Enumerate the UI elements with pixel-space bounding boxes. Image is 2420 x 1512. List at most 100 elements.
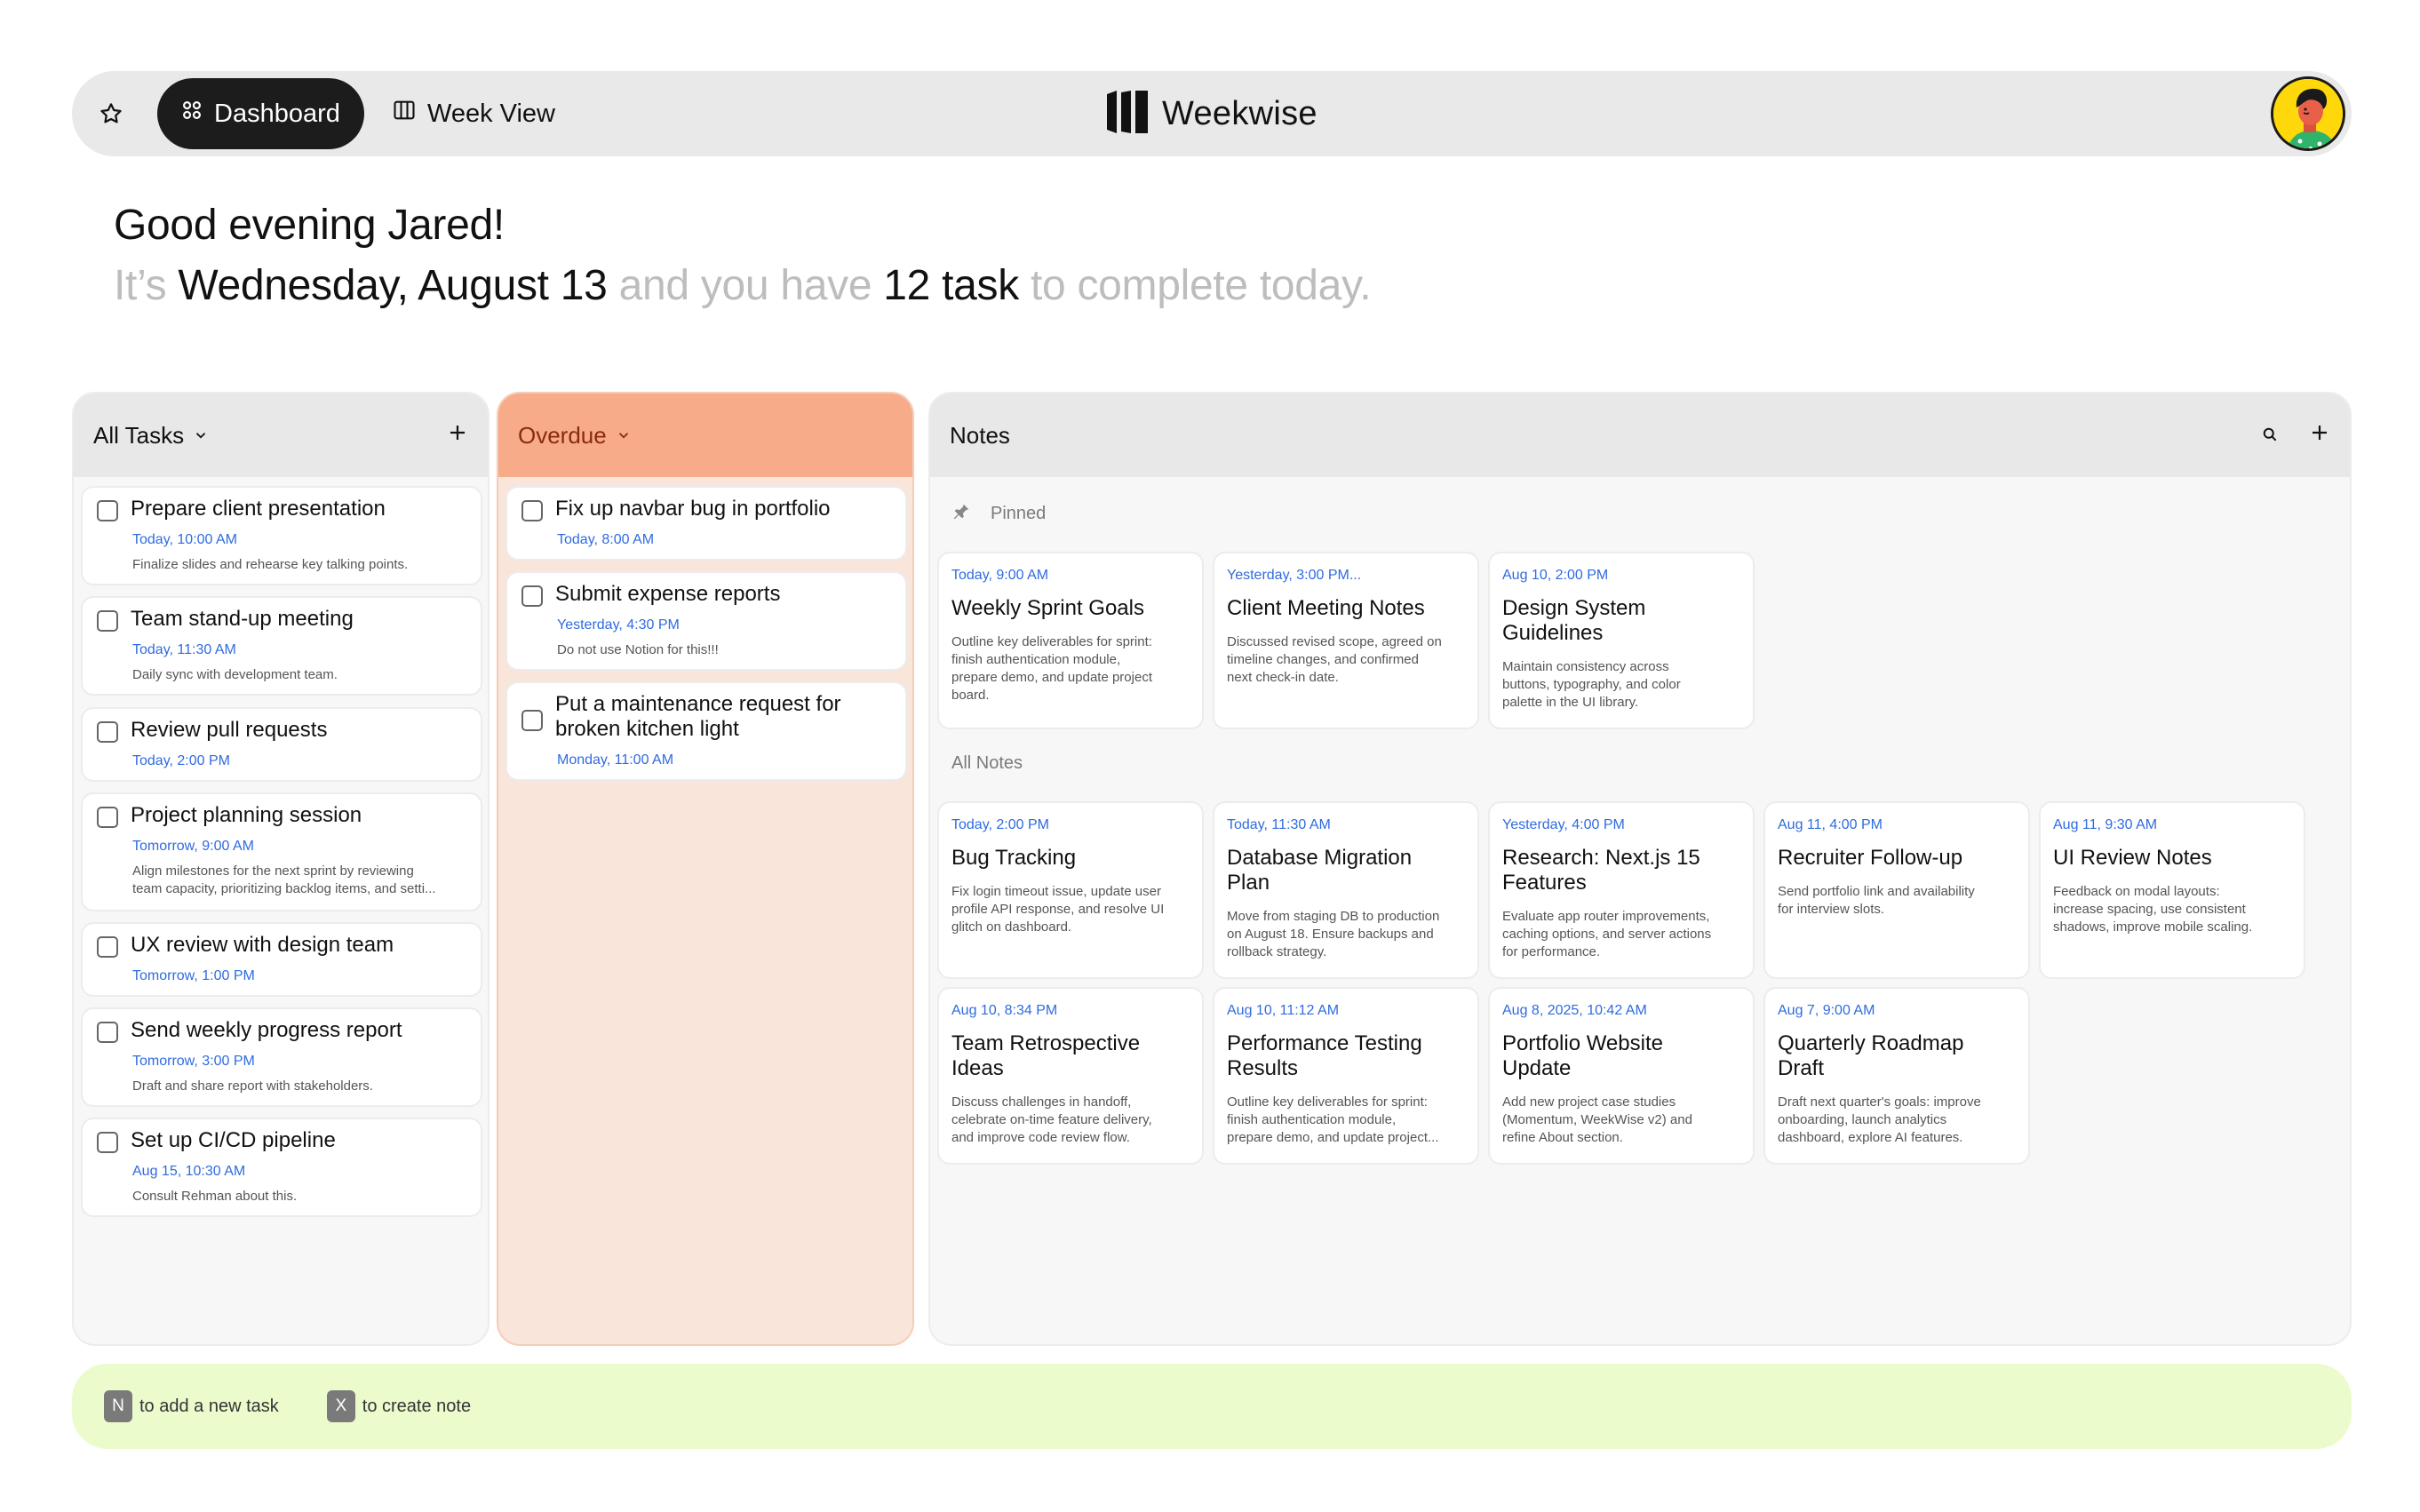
task-time: Monday, 11:00 AM: [557, 752, 674, 768]
greeting-title: Good evening Jared!: [114, 202, 505, 249]
today-date: Wednesday, August 13: [178, 262, 608, 309]
add-task-icon[interactable]: [447, 422, 468, 450]
note-card[interactable]: Yesterday, 4:00 PM Research: Next.js 15 …: [1488, 801, 1755, 979]
chevron-down-icon[interactable]: [616, 422, 632, 450]
note-desc-line: increase spacing, use consistent: [2053, 902, 2246, 917]
note-card[interactable]: Today, 2:00 PM Bug Tracking Fix login ti…: [937, 801, 1204, 979]
task-card[interactable]: Put a maintenance request for broken kit…: [505, 681, 907, 781]
task-checkbox[interactable]: [97, 721, 118, 743]
note-title: Portfolio Website: [1502, 1031, 1663, 1055]
task-title: Set up CI/CD pipeline: [131, 1128, 336, 1152]
note-desc-line: Outline key deliverables for sprint:: [951, 634, 1152, 649]
task-title: Send weekly progress report: [131, 1018, 402, 1042]
task-time: Tomorrow, 1:00 PM: [132, 968, 255, 983]
note-title: Research: Next.js 15: [1502, 846, 1700, 870]
task-description: Draft and share report with stakeholders…: [132, 1078, 373, 1094]
overdue-title[interactable]: Overdue: [518, 422, 607, 450]
notes-panel: Notes Pinned Today, 9:00 AM Weekly Sprin…: [928, 392, 2352, 1346]
note-desc-line: next check-in date.: [1227, 670, 1339, 685]
task-card[interactable]: Fix up navbar bug in portfolio Today, 8:…: [505, 486, 907, 561]
task-checkbox[interactable]: [97, 1022, 118, 1043]
note-desc-line: Add new project case studies: [1502, 1094, 1676, 1110]
task-checkbox[interactable]: [521, 500, 543, 521]
task-time: Today, 11:30 AM: [132, 642, 236, 657]
shortcut-hint-new-note: X to create note: [326, 1390, 471, 1422]
note-title-line-2: Plan: [1227, 871, 1270, 895]
add-note-icon[interactable]: [2309, 422, 2330, 450]
note-card[interactable]: Aug 11, 4:00 PM Recruiter Follow-up Send…: [1763, 801, 2030, 979]
task-checkbox[interactable]: [97, 936, 118, 958]
note-card[interactable]: Yesterday, 3:00 PM... Client Meeting Not…: [1213, 552, 1479, 729]
greeting-subline: It’s Wednesday, August 13 and you have 1…: [114, 261, 1372, 310]
columns-icon: [392, 98, 417, 130]
note-desc-line: prepare demo, and update project...: [1227, 1130, 1439, 1145]
tab-dashboard[interactable]: Dashboard: [157, 78, 364, 149]
note-desc-line: (Momentum, WeekWise v2) and: [1502, 1112, 1692, 1127]
user-avatar[interactable]: [2271, 76, 2345, 151]
note-card[interactable]: Today, 11:30 AM Database Migration Plan …: [1213, 801, 1479, 979]
task-card[interactable]: Submit expense reports Yesterday, 4:30 P…: [505, 571, 907, 671]
overdue-header: Overdue: [498, 394, 912, 477]
note-desc-line: for performance.: [1502, 944, 1601, 959]
task-card[interactable]: Team stand-up meeting Today, 11:30 AM Da…: [81, 596, 482, 696]
task-checkbox[interactable]: [97, 610, 118, 632]
note-title-line-2: Draft: [1778, 1056, 1825, 1080]
notes-header: Notes: [930, 394, 2350, 477]
note-desc-line: dashboard, explore AI features.: [1778, 1130, 1963, 1145]
notes-title: Notes: [950, 421, 1010, 449]
note-card[interactable]: Today, 9:00 AM Weekly Sprint Goals Outli…: [937, 552, 1204, 729]
tab-week-view[interactable]: Week View: [392, 78, 555, 149]
task-card[interactable]: Project planning session Tomorrow, 9:00 …: [81, 792, 482, 911]
task-title-line-2: broken kitchen light: [555, 717, 739, 741]
task-card[interactable]: Prepare client presentation Today, 10:00…: [81, 486, 482, 585]
overdue-column: Overdue Fix up navbar bug in portfolio T…: [497, 392, 914, 1346]
note-desc-line: glitch on dashboard.: [951, 919, 1072, 935]
subline-part-2: and you have: [607, 262, 884, 309]
task-checkbox[interactable]: [521, 585, 543, 607]
tab-dashboard-label: Dashboard: [214, 99, 340, 128]
note-time: Yesterday, 4:00 PM: [1502, 817, 1625, 832]
subline-part-3: to complete today.: [1018, 262, 1372, 309]
task-card[interactable]: UX review with design team Tomorrow, 1:0…: [81, 922, 482, 997]
note-desc-line: Discuss challenges in handoff,: [951, 1094, 1132, 1110]
search-icon[interactable]: [2261, 422, 2279, 450]
note-desc-line: buttons, typography, and color: [1502, 677, 1681, 692]
note-card[interactable]: Aug 8, 2025, 10:42 AM Portfolio Website …: [1488, 987, 1755, 1165]
task-card[interactable]: Review pull requests Today, 2:00 PM: [81, 707, 482, 782]
note-title: Client Meeting Notes: [1227, 596, 1425, 620]
task-title: UX review with design team: [131, 933, 394, 957]
note-desc-line: for interview slots.: [1778, 902, 1885, 917]
task-time: Aug 15, 10:30 AM: [132, 1164, 246, 1179]
task-checkbox[interactable]: [97, 500, 118, 521]
note-title: Recruiter Follow-up: [1778, 846, 1963, 870]
note-time: Today, 9:00 AM: [951, 568, 1049, 583]
note-desc-line: shadows, improve mobile scaling.: [2053, 919, 2253, 935]
note-card[interactable]: Aug 10, 8:34 PM Team Retrospective Ideas…: [937, 987, 1204, 1165]
note-desc-line: Feedback on modal layouts:: [2053, 884, 2220, 899]
note-title: Performance Testing: [1227, 1031, 1422, 1055]
task-checkbox[interactable]: [97, 1132, 118, 1153]
task-checkbox[interactable]: [97, 807, 118, 828]
note-card[interactable]: Aug 10, 2:00 PM Design System Guidelines…: [1488, 552, 1755, 729]
note-desc-line: Draft next quarter's goals: improve: [1778, 1094, 1981, 1110]
task-card[interactable]: Set up CI/CD pipeline Aug 15, 10:30 AM C…: [81, 1118, 482, 1217]
favorite-star-icon[interactable]: [92, 94, 131, 133]
brand: Weekwise: [1105, 89, 1317, 139]
task-title: Put a maintenance request for: [555, 692, 841, 716]
note-card[interactable]: Aug 10, 11:12 AM Performance Testing Res…: [1213, 987, 1479, 1165]
note-desc-line: palette in the UI library.: [1502, 695, 1639, 710]
pin-icon: [951, 502, 971, 526]
note-title: Bug Tracking: [951, 846, 1077, 870]
chevron-down-icon[interactable]: [193, 422, 209, 450]
note-title: Quarterly Roadmap: [1778, 1031, 1964, 1055]
note-card[interactable]: Aug 11, 9:30 AM UI Review Notes Feedback…: [2039, 801, 2305, 979]
task-description: Daily sync with development team.: [132, 667, 338, 682]
note-title: Database Migration: [1227, 846, 1413, 870]
all-tasks-title[interactable]: All Tasks: [93, 422, 184, 450]
note-time: Aug 11, 9:30 AM: [2053, 817, 2158, 832]
note-desc-line: caching options, and server actions: [1502, 927, 1712, 942]
task-checkbox[interactable]: [521, 710, 543, 731]
note-card[interactable]: Aug 7, 9:00 AM Quarterly Roadmap Draft D…: [1763, 987, 2030, 1165]
note-desc-line: Outline key deliverables for sprint:: [1227, 1094, 1428, 1110]
task-card[interactable]: Send weekly progress report Tomorrow, 3:…: [81, 1007, 482, 1107]
